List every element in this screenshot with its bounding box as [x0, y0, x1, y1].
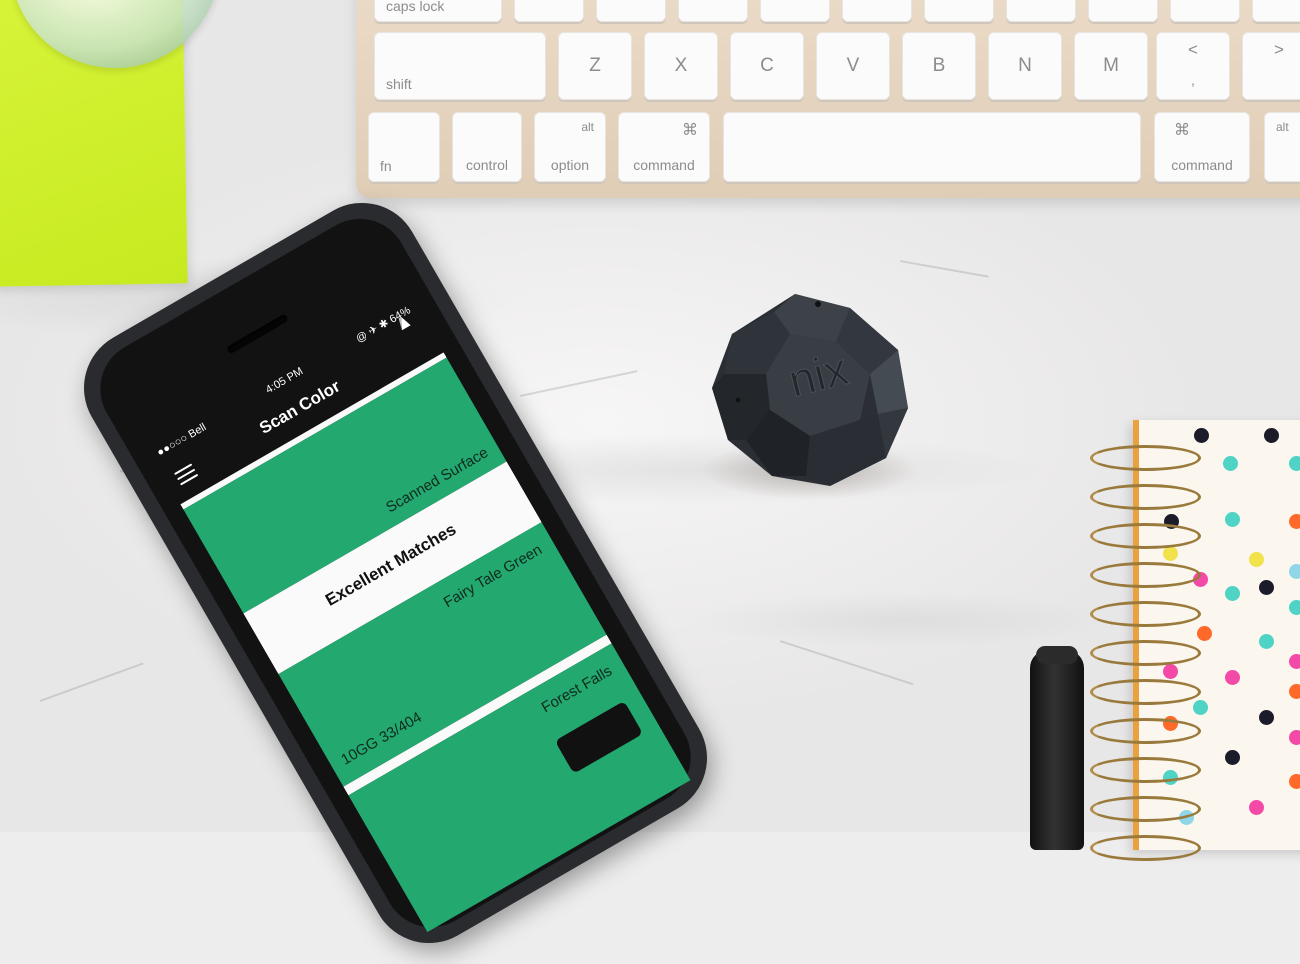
notebook-dot	[1163, 546, 1178, 561]
key-period[interactable]: >	[1242, 32, 1300, 100]
notebook-dot	[1225, 586, 1240, 601]
key-n[interactable]: N	[988, 32, 1062, 100]
key-command-right[interactable]: ⌘ command	[1154, 112, 1250, 182]
key-top-row[interactable]	[1006, 0, 1076, 22]
key-m[interactable]: M	[1074, 32, 1148, 100]
notebook-dot	[1225, 670, 1240, 685]
notebook-dot	[1194, 428, 1209, 443]
key-b[interactable]: B	[902, 32, 976, 100]
notebook-dot	[1289, 600, 1300, 615]
key-fn[interactable]: fn	[368, 112, 440, 182]
black-marker	[1030, 646, 1084, 850]
key-top-row[interactable]	[514, 0, 584, 22]
notebook-dot	[1249, 800, 1264, 815]
notebook-dot	[1197, 626, 1212, 641]
key-top-row[interactable]	[924, 0, 994, 22]
notebook-dot	[1163, 664, 1178, 679]
notebook-dot	[1259, 710, 1274, 725]
notebook-dot	[1225, 512, 1240, 527]
spiral-ring	[1090, 640, 1201, 666]
key-v[interactable]: V	[816, 32, 890, 100]
key-command-left[interactable]: ⌘ command	[618, 112, 710, 182]
notebook-dot	[1249, 552, 1264, 567]
key-caps-lock[interactable]: caps lock	[374, 0, 502, 22]
nix-color-sensor: nix	[712, 294, 908, 486]
notebook-dot	[1289, 730, 1300, 745]
notebook-dot	[1259, 634, 1274, 649]
key-top-row[interactable]	[596, 0, 666, 22]
key-z[interactable]: Z	[558, 32, 632, 100]
notebook-dot	[1289, 654, 1300, 669]
notebook-dot	[1289, 684, 1300, 699]
notebook-dot	[1289, 774, 1300, 789]
key-alt-right[interactable]: alt	[1264, 112, 1300, 182]
key-comma[interactable]: <,	[1156, 32, 1230, 100]
key-top-row[interactable]	[842, 0, 912, 22]
key-x[interactable]: X	[644, 32, 718, 100]
spiral-ring	[1090, 523, 1201, 549]
spiral-ring	[1090, 484, 1201, 510]
key-top-row[interactable]	[1170, 0, 1240, 22]
spiral-ring	[1090, 796, 1201, 822]
key-top-row[interactable]	[678, 0, 748, 22]
key-option[interactable]: alt option	[534, 112, 606, 182]
key-top-row[interactable]	[1252, 0, 1300, 22]
notebook-dot	[1289, 456, 1300, 471]
spiral-ring	[1090, 718, 1201, 744]
notebook-dot	[1289, 514, 1300, 529]
notebook-dot	[1193, 700, 1208, 715]
spiral-ring	[1090, 601, 1201, 627]
key-top-row[interactable]	[1088, 0, 1158, 22]
spiral-ring	[1090, 445, 1201, 471]
notebook-dot	[1289, 564, 1300, 579]
spiral-ring	[1090, 835, 1201, 861]
spiral-ring	[1090, 562, 1201, 588]
key-top-row[interactable]	[760, 0, 830, 22]
match-swatch-dark	[554, 700, 644, 774]
notebook-dot	[1259, 580, 1274, 595]
notebook-dot	[1223, 456, 1238, 471]
spiral-ring	[1090, 757, 1201, 783]
key-space[interactable]	[723, 112, 1141, 182]
notebook-dot	[1225, 750, 1240, 765]
key-shift[interactable]: shift	[374, 32, 546, 100]
notebook-dot	[1264, 428, 1279, 443]
key-control[interactable]: control	[452, 112, 522, 182]
keyboard: caps lock shift ZXCVBNM <, > fn control …	[356, 0, 1300, 198]
spiral-ring	[1090, 679, 1201, 705]
key-c[interactable]: C	[730, 32, 804, 100]
